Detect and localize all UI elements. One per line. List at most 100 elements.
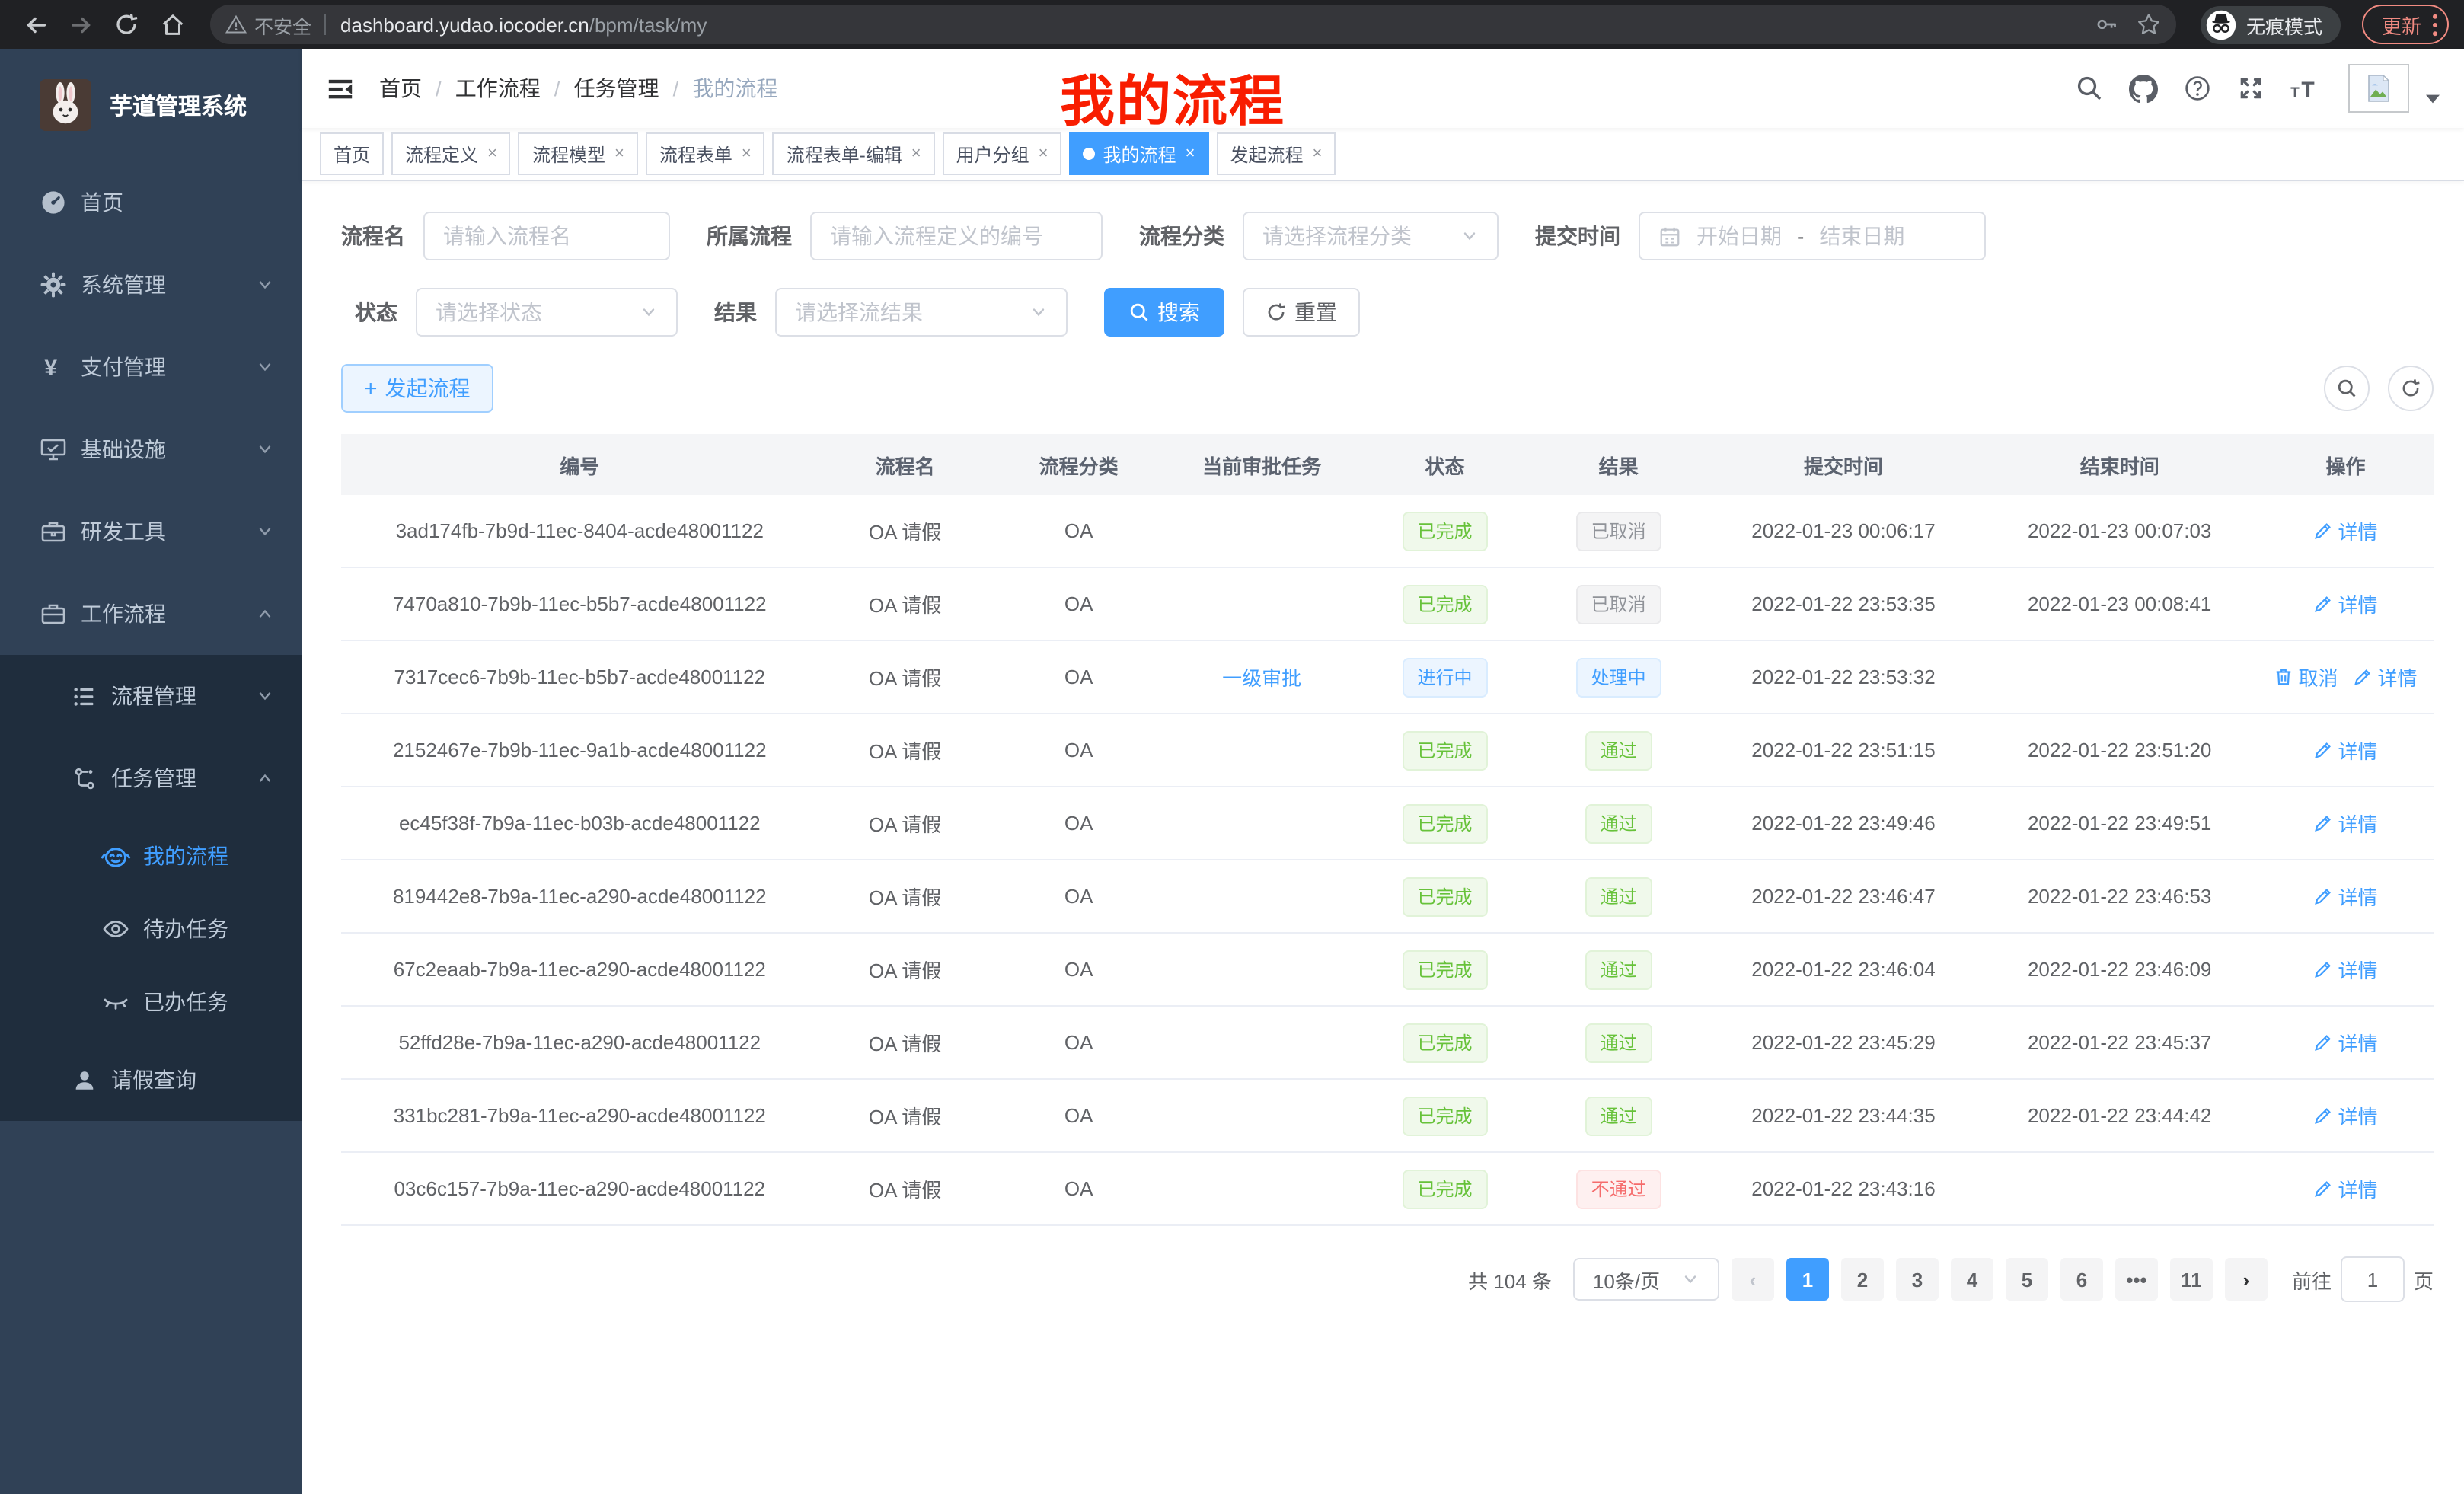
- key-icon[interactable]: [2094, 12, 2118, 37]
- cell-process-name: OA 请假: [819, 1152, 992, 1225]
- process-table: 编号流程名流程分类当前审批任务状态结果提交时间结束时间操作 3ad174fb-7…: [341, 434, 2434, 1226]
- more-pages-icon[interactable]: •••: [2115, 1258, 2158, 1301]
- tab-用户分组[interactable]: 用户分组×: [943, 132, 1062, 175]
- page-button-3[interactable]: 3: [1896, 1258, 1939, 1301]
- sidebar-item-0-首页[interactable]: 首页: [0, 161, 302, 244]
- search-button[interactable]: 搜索: [1104, 288, 1224, 337]
- prev-page-button[interactable]: ‹: [1732, 1258, 1774, 1301]
- cell-result: 已取消: [1532, 495, 1706, 567]
- home-icon[interactable]: [152, 5, 192, 44]
- page-button-6[interactable]: 6: [2060, 1258, 2103, 1301]
- tab-流程定义[interactable]: 流程定义×: [391, 132, 511, 175]
- breadcrumb-separator: /: [436, 76, 442, 101]
- divider: [324, 14, 325, 35]
- refresh-table-button[interactable]: [2388, 366, 2434, 411]
- process-name-input[interactable]: 请输入流程名: [423, 212, 670, 260]
- process-def-label: 所属流程: [707, 221, 792, 251]
- sidebar-item-3-基础设施[interactable]: 基础设施: [0, 408, 302, 490]
- goto-page-input[interactable]: 1: [2341, 1256, 2405, 1302]
- action-详情[interactable]: 详情: [2314, 736, 2378, 765]
- font-size-icon[interactable]: TT: [2290, 75, 2322, 101]
- help-icon[interactable]: [2184, 75, 2211, 102]
- close-icon[interactable]: ×: [1312, 145, 1322, 163]
- close-icon[interactable]: ×: [742, 145, 752, 163]
- action-详情[interactable]: 详情: [2314, 809, 2378, 838]
- process-def-input[interactable]: 请输入流程定义的编号: [810, 212, 1103, 260]
- action-详情[interactable]: 详情: [2314, 955, 2378, 984]
- bookmark-star-icon[interactable]: [2137, 12, 2161, 37]
- page-size-select[interactable]: 10条/页: [1573, 1258, 1719, 1301]
- update-button[interactable]: 更新: [2362, 5, 2449, 44]
- tab-流程表单-编辑[interactable]: 流程表单-编辑×: [773, 132, 935, 175]
- github-icon[interactable]: [2129, 74, 2158, 103]
- edit-icon: [2314, 813, 2334, 833]
- sidebar-item-10-已办任务[interactable]: 已办任务: [0, 966, 302, 1039]
- reload-icon[interactable]: [107, 5, 146, 44]
- cell-result: 通过: [1532, 860, 1706, 933]
- fullscreen-icon[interactable]: [2237, 75, 2265, 102]
- breadcrumb-item[interactable]: 任务管理: [574, 73, 659, 104]
- reset-button[interactable]: 重置: [1243, 288, 1360, 337]
- chevron-down-icon[interactable]: [2426, 94, 2440, 104]
- browser-menu-icon[interactable]: [2432, 13, 2438, 36]
- breadcrumb-item[interactable]: 首页: [379, 73, 422, 104]
- current-task-link[interactable]: 一级审批: [1222, 667, 1301, 690]
- action-详情[interactable]: 详情: [2314, 1028, 2378, 1057]
- tab-我的流程[interactable]: 我的流程×: [1070, 132, 1209, 175]
- action-详情[interactable]: 详情: [2354, 662, 2418, 691]
- close-icon[interactable]: ×: [1186, 145, 1195, 163]
- tab-发起流程[interactable]: 发起流程×: [1216, 132, 1336, 175]
- close-icon[interactable]: ×: [487, 145, 497, 163]
- close-icon[interactable]: ×: [1039, 145, 1048, 163]
- action-详情[interactable]: 详情: [2314, 589, 2378, 618]
- sidebar-item-11-请假查询[interactable]: 请假查询: [0, 1039, 302, 1121]
- table-row: 67c2eaab-7b9a-11ec-a290-acde48001122OA 请…: [341, 933, 2434, 1006]
- sidebar-item-1-系统管理[interactable]: 系统管理: [0, 244, 302, 326]
- sidebar-item-7-任务管理[interactable]: 任务管理: [0, 737, 302, 819]
- page-button-2[interactable]: 2: [1841, 1258, 1884, 1301]
- tab-首页[interactable]: 首页: [320, 132, 384, 175]
- app-logo-row[interactable]: 芋道管理系统: [0, 49, 302, 161]
- action-取消[interactable]: 取消: [2274, 662, 2338, 691]
- forward-icon[interactable]: [61, 5, 101, 44]
- table-toolbar: + 发起流程: [341, 364, 2434, 413]
- action-详情[interactable]: 详情: [2314, 1174, 2378, 1203]
- breadcrumb-item[interactable]: 工作流程: [455, 73, 541, 104]
- sidebar-collapse-icon[interactable]: [326, 74, 355, 103]
- show-search-button[interactable]: [2324, 366, 2370, 411]
- page-button-11[interactable]: 11: [2170, 1258, 2213, 1301]
- category-select[interactable]: 请选择流程分类: [1243, 212, 1499, 260]
- avatar[interactable]: [2348, 64, 2409, 113]
- sidebar-item-8-我的流程[interactable]: 我的流程: [0, 819, 302, 892]
- table-row: ec45f38f-7b9a-11ec-b03b-acde48001122OA 请…: [341, 787, 2434, 860]
- action-label: 详情: [2338, 809, 2378, 838]
- cell-result: 处理中: [1532, 640, 1706, 713]
- close-icon[interactable]: ×: [911, 145, 921, 163]
- close-icon[interactable]: ×: [614, 145, 624, 163]
- table-row: 3ad174fb-7b9d-11ec-8404-acde48001122OA 请…: [341, 495, 2434, 567]
- tab-流程模型[interactable]: 流程模型×: [519, 132, 638, 175]
- sidebar-item-5-工作流程[interactable]: 工作流程: [0, 573, 302, 655]
- status-select[interactable]: 请选择状态: [416, 288, 678, 337]
- action-详情[interactable]: 详情: [2314, 882, 2378, 911]
- sidebar-item-6-流程管理[interactable]: 流程管理: [0, 655, 302, 737]
- next-page-button[interactable]: ›: [2225, 1258, 2268, 1301]
- tab-流程表单[interactable]: 流程表单×: [646, 132, 765, 175]
- page-button-5[interactable]: 5: [2006, 1258, 2048, 1301]
- search-icon[interactable]: [2076, 75, 2103, 102]
- action-详情[interactable]: 详情: [2314, 516, 2378, 545]
- address-bar[interactable]: 不安全 dashboard.yudao.iocoder.cn /bpm/task…: [210, 5, 2176, 44]
- back-icon[interactable]: [15, 5, 55, 44]
- sidebar-item-4-研发工具[interactable]: 研发工具: [0, 490, 302, 573]
- action-详情[interactable]: 详情: [2314, 1101, 2378, 1130]
- chevron-down-icon: [1681, 1270, 1700, 1288]
- page-button-1[interactable]: 1: [1786, 1258, 1829, 1301]
- submit-time-range[interactable]: 开始日期 - 结束日期: [1639, 212, 1986, 260]
- result-select[interactable]: 请选择流结果: [775, 288, 1068, 337]
- sidebar-item-2-支付管理[interactable]: ¥支付管理: [0, 326, 302, 408]
- cell-actions: 详情: [2258, 1079, 2434, 1152]
- sidebar-item-9-待办任务[interactable]: 待办任务: [0, 892, 302, 966]
- page-button-4[interactable]: 4: [1951, 1258, 1993, 1301]
- create-process-button[interactable]: + 发起流程: [341, 364, 493, 413]
- filter-row-1: 流程名 请输入流程名 所属流程 请输入流程定义的编号 流程分类: [341, 212, 2434, 260]
